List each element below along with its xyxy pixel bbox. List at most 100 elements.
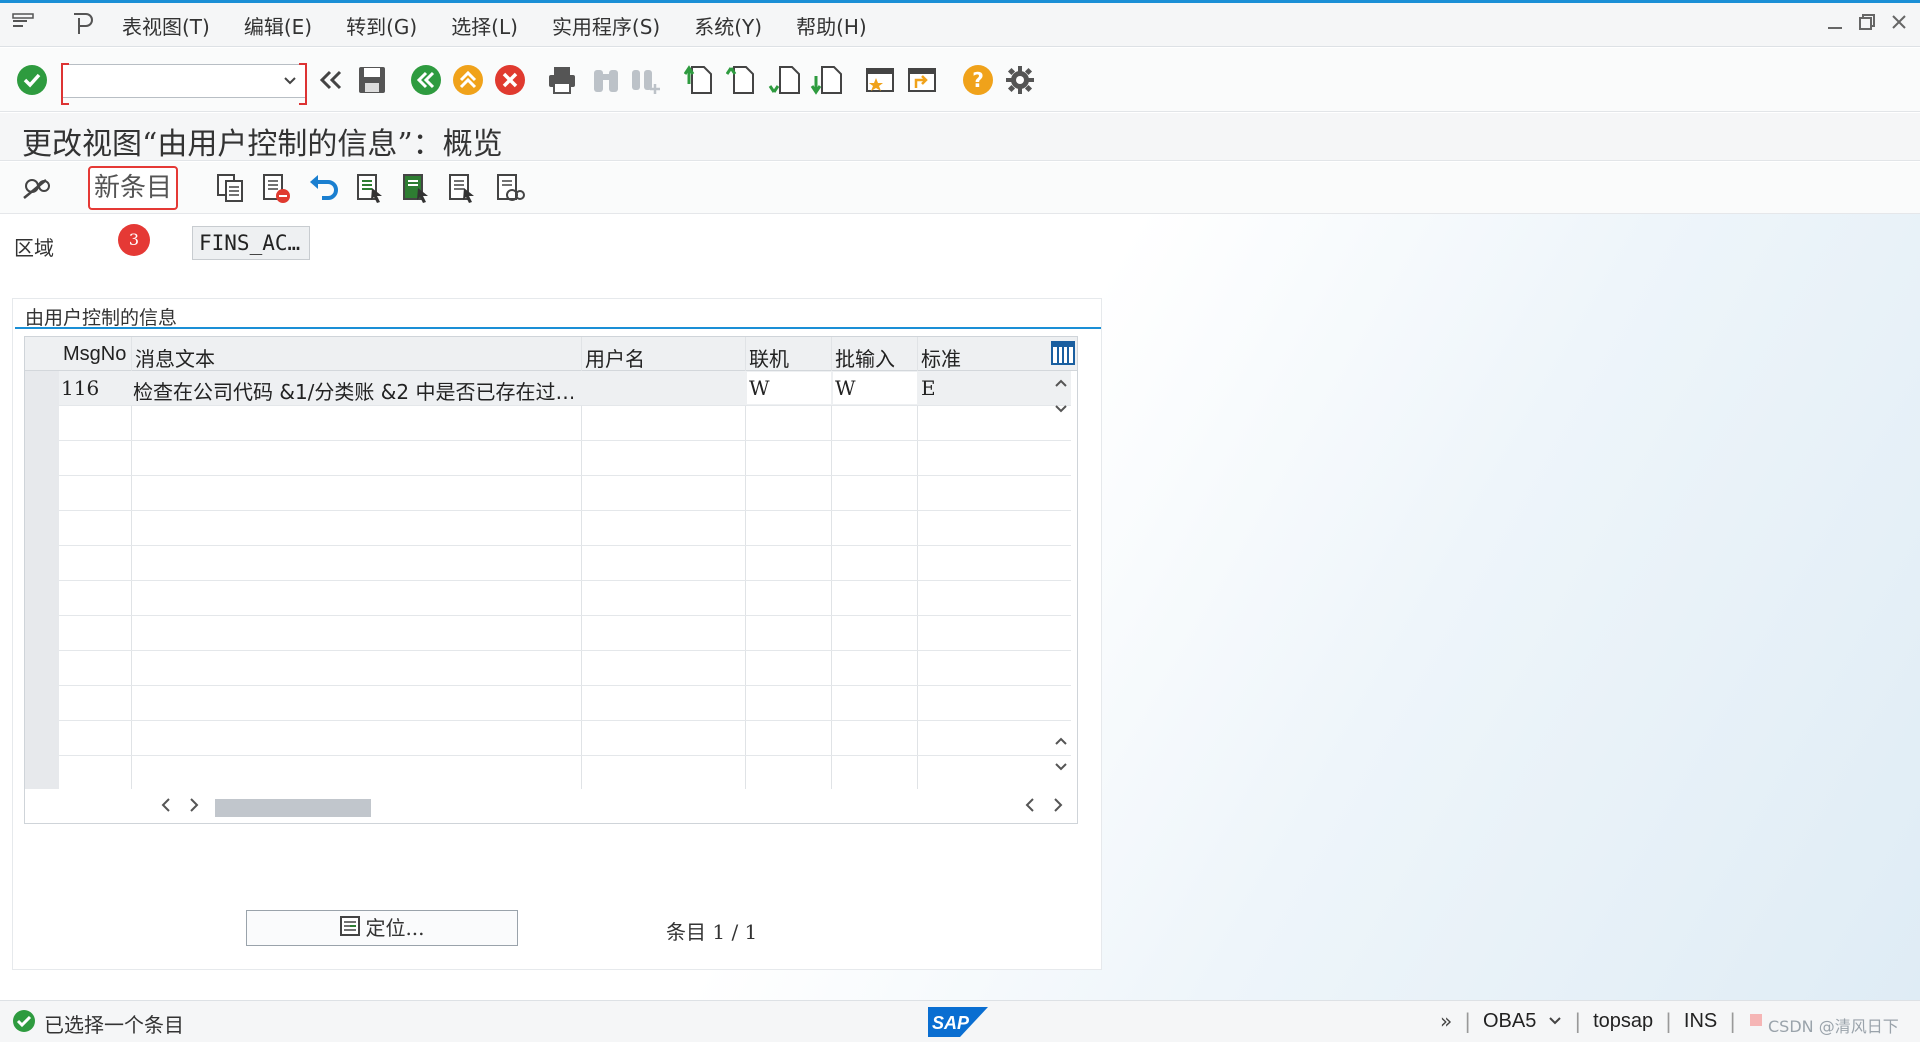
cancel-icon[interactable] xyxy=(494,64,526,96)
print-icon[interactable] xyxy=(546,64,578,96)
message-text-cell: 检查在公司代码 &1/分类账 &2 中是否已存在过… xyxy=(133,380,573,404)
restore-icon[interactable] xyxy=(1858,13,1876,31)
online-cell[interactable]: W xyxy=(749,376,770,400)
close-window-icon[interactable] xyxy=(1890,13,1908,31)
delete-icon[interactable] xyxy=(260,172,292,204)
title-bar: 更改视图“由用户控制的信息”：概览 xyxy=(0,113,1920,162)
select-block-icon[interactable] xyxy=(400,172,432,204)
standard-toolbar: ? xyxy=(0,48,1920,112)
scroll-left-end-icon[interactable] xyxy=(1023,795,1037,819)
page-title: 更改视图“由用户控制的信息”：概览 xyxy=(22,127,503,162)
table-row[interactable] xyxy=(59,406,1071,441)
scroll-thumb[interactable] xyxy=(215,799,371,817)
column-header-message-text[interactable]: 消息文本 xyxy=(135,343,215,372)
help-icon[interactable]: ? xyxy=(962,64,994,96)
menu-item-goto[interactable]: 转到(G) xyxy=(346,11,417,40)
horizontal-scrollbar[interactable] xyxy=(135,793,1075,821)
transaction-code[interactable]: OBA5 xyxy=(1483,1010,1536,1033)
last-page-icon[interactable] xyxy=(810,64,842,96)
batch-input-cell[interactable]: W xyxy=(835,376,856,400)
scroll-down-icon[interactable] xyxy=(1051,401,1071,421)
exit-icon[interactable] xyxy=(452,64,484,96)
deselect-all-icon[interactable] xyxy=(446,172,478,204)
back-icon[interactable] xyxy=(410,64,442,96)
scroll-up-icon[interactable] xyxy=(1051,375,1071,395)
separator: | xyxy=(1464,1009,1471,1033)
expand-chevron-icon[interactable]: » xyxy=(1440,1009,1452,1033)
scroll-page-down-icon[interactable] xyxy=(1051,759,1071,779)
chevron-down-icon[interactable] xyxy=(1548,1009,1562,1033)
input-mode[interactable]: INS xyxy=(1684,1010,1717,1033)
menu-item-selection[interactable]: 选择(L) xyxy=(451,11,518,40)
status-message: 已选择一个条目 xyxy=(44,1013,184,1037)
command-field[interactable] xyxy=(61,63,307,105)
column-header-standard[interactable]: 标准 xyxy=(921,343,961,372)
print-field-list-icon[interactable] xyxy=(494,172,526,204)
success-check-icon xyxy=(12,1009,36,1033)
menu-item-table-view[interactable]: 表视图(T) xyxy=(122,11,210,40)
gear-icon[interactable] xyxy=(1004,64,1036,96)
column-header-msgno[interactable]: MsgNo xyxy=(63,343,126,366)
table-row[interactable] xyxy=(59,441,1071,476)
table-row[interactable] xyxy=(59,651,1071,686)
table-row[interactable] xyxy=(59,616,1071,651)
column-header-user-name[interactable]: 用户名 xyxy=(585,343,645,372)
table-settings-icon[interactable] xyxy=(1051,341,1075,365)
scroll-page-up-icon[interactable] xyxy=(1051,733,1071,753)
sap-logo: SAP xyxy=(928,1007,988,1037)
find-icon[interactable] xyxy=(590,64,622,96)
msgno-cell: 116 xyxy=(61,376,100,400)
svg-text:SAP: SAP xyxy=(932,1013,970,1033)
table-row[interactable] xyxy=(59,476,1071,511)
menu-item-edit[interactable]: 编辑(E) xyxy=(244,11,312,40)
customize-layout-icon[interactable] xyxy=(70,12,96,36)
copy-as-icon[interactable] xyxy=(214,172,246,204)
table-header: MsgNo 消息文本 用户名 联机 批输入 标准 xyxy=(25,337,1077,371)
column-header-batch-input[interactable]: 批输入 xyxy=(835,343,895,372)
entry-count: 条目 1 / 1 xyxy=(666,920,758,944)
new-session-icon[interactable] xyxy=(864,64,896,96)
standard-cell[interactable]: E xyxy=(921,376,936,400)
locate-label: 定位... xyxy=(365,916,425,940)
scroll-right-end-icon[interactable] xyxy=(1051,795,1065,819)
menu-item-utilities[interactable]: 实用程序(S) xyxy=(552,11,660,40)
table-row[interactable] xyxy=(59,756,1071,791)
collapse-toolbar-icon[interactable] xyxy=(314,64,346,96)
table-row[interactable] xyxy=(59,546,1071,581)
scroll-right-icon[interactable] xyxy=(187,795,201,819)
row-selector-column[interactable] xyxy=(25,371,59,789)
menu-toggle-icon[interactable] xyxy=(12,13,34,31)
system-name: topsap xyxy=(1593,1009,1654,1032)
generate-shortcut-icon[interactable] xyxy=(906,64,938,96)
new-entries-button[interactable]: 新条目 xyxy=(88,166,178,210)
locate-button[interactable]: 定位... xyxy=(246,910,518,946)
table-row[interactable] xyxy=(59,511,1071,546)
menu-item-help[interactable]: 帮助(H) xyxy=(796,11,867,40)
select-all-icon[interactable] xyxy=(354,172,386,204)
table-row[interactable] xyxy=(59,686,1071,721)
area-label: 区域 xyxy=(14,236,54,260)
group-title-underline xyxy=(15,327,1101,329)
table-row[interactable] xyxy=(59,581,1071,616)
next-page-icon[interactable] xyxy=(768,64,800,96)
enter-check-icon[interactable] xyxy=(16,64,48,96)
position-icon xyxy=(339,913,361,947)
column-header-online[interactable]: 联机 xyxy=(749,343,789,372)
status-bar: 已选择一个条目 SAP » | OBA5 | topsap | INS | CS… xyxy=(0,1000,1920,1042)
scroll-left-icon[interactable] xyxy=(159,795,173,819)
group-title: 由用户控制的信息 xyxy=(25,307,178,329)
save-icon[interactable] xyxy=(356,64,388,96)
separator: | xyxy=(1729,1009,1737,1033)
table-row[interactable]: 116 检查在公司代码 &1/分类账 &2 中是否已存在过… W W E xyxy=(59,371,1071,406)
table-row[interactable] xyxy=(59,721,1071,756)
separator: | xyxy=(1665,1009,1672,1033)
minimize-icon[interactable] xyxy=(1826,13,1844,31)
display-change-icon[interactable] xyxy=(20,172,52,204)
chevron-down-icon[interactable] xyxy=(281,71,299,89)
menu-item-system[interactable]: 系统(Y) xyxy=(694,11,762,40)
area-field[interactable]: FINS_AC… xyxy=(192,226,310,260)
previous-page-icon[interactable] xyxy=(725,64,758,96)
first-page-icon[interactable] xyxy=(683,64,716,96)
find-next-icon[interactable] xyxy=(630,64,662,96)
undo-change-icon[interactable] xyxy=(308,172,340,204)
